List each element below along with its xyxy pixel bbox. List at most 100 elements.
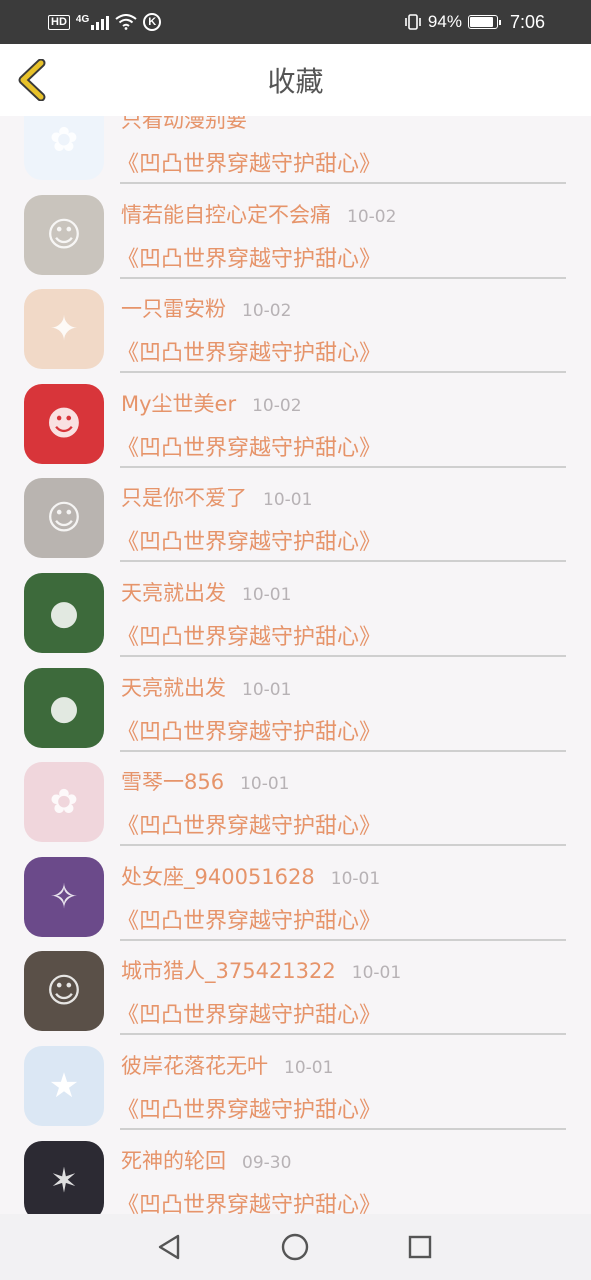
home-circle-icon xyxy=(281,1233,309,1261)
list-item[interactable]: ✶ 死神的轮回 09-30 《凹凸世界穿越守护甜心》 xyxy=(0,1129,591,1214)
signal-icon xyxy=(91,14,110,30)
nav-back-button[interactable] xyxy=(153,1231,185,1263)
teletubby-avatar: ● xyxy=(49,687,79,728)
favorite-date: 09-30 xyxy=(242,1152,292,1173)
user-avatar[interactable]: ● xyxy=(24,667,104,748)
hd-badge: HD xyxy=(48,14,70,30)
user-name[interactable]: 只是你不爱了 xyxy=(121,482,247,512)
list-item[interactable]: ✿ 雪琴一856 10-01 《凹凸世界穿越守护甜心》 xyxy=(0,750,591,847)
book-title[interactable]: 《凹凸世界穿越守护甜心》 xyxy=(117,997,381,1029)
list-item[interactable]: ☺ 情若能自控心定不会痛 10-02 《凹凸世界穿越守护甜心》 xyxy=(0,183,591,279)
anime-girl-avatar: ✿ xyxy=(49,120,79,160)
item-meta: 城市猎人_375421322 10-01 xyxy=(121,955,401,985)
user-name[interactable]: 处女座_940051628 xyxy=(121,861,315,891)
list-item[interactable]: ● 天亮就出发 10-01 《凹凸世界穿越守护甜心》 xyxy=(0,656,591,752)
book-title[interactable]: 《凹凸世界穿越守护甜心》 xyxy=(117,1187,381,1214)
user-name[interactable]: 彼岸花落花无叶 xyxy=(121,1050,268,1080)
cartoon-avatar: ✦ xyxy=(49,309,79,350)
book-title[interactable]: 《凹凸世界穿越守护甜心》 xyxy=(117,1092,381,1124)
favorite-date: 10-01 xyxy=(240,774,290,795)
clock: 7:06 xyxy=(509,11,545,32)
list-item[interactable]: ★ 彼岸花落花无叶 10-01 《凹凸世界穿越守护甜心》 xyxy=(0,1034,591,1130)
item-meta: 死神的轮回 09-30 xyxy=(121,1145,291,1175)
system-nav-bar xyxy=(0,1214,591,1280)
status-left: HD 4G K xyxy=(48,13,162,31)
network-type: 4G xyxy=(75,13,90,25)
vibrate-icon xyxy=(405,14,421,30)
recents-square-icon xyxy=(408,1235,432,1259)
k-app-icon: K xyxy=(143,13,162,31)
anime-girl-avatar: ✿ xyxy=(49,782,79,823)
book-title[interactable]: 《凹凸世界穿越守护甜心》 xyxy=(117,808,381,840)
favorite-date: 10-01 xyxy=(242,584,292,605)
item-meta: 一只雷安粉 10-02 xyxy=(121,293,291,323)
user-avatar[interactable]: ✧ xyxy=(24,856,104,937)
user-name[interactable]: 情若能自控心定不会痛 xyxy=(121,199,331,229)
book-title[interactable]: 《凹凸世界穿越守护甜心》 xyxy=(117,430,381,462)
user-name[interactable]: 死神的轮回 xyxy=(121,1145,226,1175)
battery-percent: 94% xyxy=(427,12,462,31)
list-item[interactable]: ✦ 一只雷安粉 10-02 《凹凸世界穿越守护甜心》 xyxy=(0,277,591,374)
cartoon-boy-avatar: ☻ xyxy=(46,403,82,444)
teletubby-avatar: ● xyxy=(49,592,79,633)
book-title[interactable]: 《凹凸世界穿越守护甜心》 xyxy=(117,903,381,935)
user-name[interactable]: 雪琴一856 xyxy=(121,766,224,796)
favorites-list-inner: ✿ 只看动漫别要《凹凸世界穿越守护甜心》 ☺ 情若能自控心定不会痛 10-02 《凹凸世界… xyxy=(0,116,591,1214)
user-avatar[interactable]: ✿ xyxy=(24,116,104,180)
favorites-list[interactable]: ✿ 只看动漫别要《凹凸世界穿越守护甜心》 ☺ 情若能自控心定不会痛 10-02 《凹凸世界… xyxy=(0,116,591,1214)
user-avatar[interactable]: ☺ xyxy=(24,478,104,559)
favorite-date: 10-02 xyxy=(347,206,397,227)
list-item[interactable]: ✿ 只看动漫别要《凹凸世界穿越守护甜心》 xyxy=(0,116,591,184)
chevron-left-icon xyxy=(18,59,46,101)
favorite-date: 10-01 xyxy=(351,963,402,984)
user-avatar[interactable]: ☻ xyxy=(24,383,104,464)
user-avatar[interactable]: ● xyxy=(24,572,104,653)
user-avatar[interactable]: ✶ xyxy=(24,1140,104,1214)
photo-avatar: ☺ xyxy=(46,498,82,539)
photo-avatar: ☺ xyxy=(46,214,82,255)
favorite-date: 10-01 xyxy=(330,868,381,889)
favorite-date: 10-01 xyxy=(284,1057,334,1078)
user-avatar[interactable]: ☺ xyxy=(24,194,104,275)
item-meta: 情若能自控心定不会痛 10-02 xyxy=(121,199,396,229)
item-meta: 只看动漫别要 xyxy=(121,116,263,134)
book-title[interactable]: 《凹凸世界穿越守护甜心》 xyxy=(117,335,381,367)
list-item[interactable]: ● 天亮就出发 10-01 《凹凸世界穿越守护甜心》 xyxy=(0,561,591,657)
battery-icon xyxy=(467,15,501,29)
wifi-icon xyxy=(115,14,137,30)
user-name[interactable]: 只看动漫别要 xyxy=(121,116,247,134)
favorite-date: 10-01 xyxy=(263,490,313,511)
anime-dark-avatar: ✶ xyxy=(49,1160,79,1201)
favorite-date: 10-02 xyxy=(252,395,302,416)
list-item[interactable]: ☺ 城市猎人_375421322 10-01 《凹凸世界穿越守护甜心》 xyxy=(0,939,591,1036)
user-name[interactable]: 一只雷安粉 xyxy=(121,293,226,323)
list-item[interactable]: ☻ My尘世美er 10-02 《凹凸世界穿越守护甜心》 xyxy=(0,372,591,468)
book-title[interactable]: 《凹凸世界穿越守护甜心》 xyxy=(117,241,381,273)
back-triangle-icon xyxy=(158,1234,180,1260)
favorite-date: 10-01 xyxy=(242,679,292,700)
nav-recents-button[interactable] xyxy=(404,1231,436,1263)
user-avatar[interactable]: ✿ xyxy=(24,762,104,843)
user-name[interactable]: My尘世美er xyxy=(121,388,236,418)
user-name[interactable]: 天亮就出发 xyxy=(121,577,226,607)
user-name[interactable]: 天亮就出发 xyxy=(121,672,226,702)
photo-avatar: ☺ xyxy=(46,971,82,1012)
user-avatar[interactable]: ★ xyxy=(24,1045,104,1126)
book-title[interactable]: 《凹凸世界穿越守护甜心》 xyxy=(117,714,381,746)
top-app-bar: 收藏 xyxy=(0,44,591,116)
list-item[interactable]: ✧ 处女座_940051628 10-01 《凹凸世界穿越守护甜心》 xyxy=(0,845,591,941)
status-right: 94% 7:06 xyxy=(404,12,545,33)
item-meta: 天亮就出发 10-01 xyxy=(121,672,291,702)
item-meta: 彼岸花落花无叶 10-01 xyxy=(121,1050,333,1080)
back-button[interactable] xyxy=(14,58,50,102)
favorite-date: 10-02 xyxy=(242,301,292,322)
page-title: 收藏 xyxy=(267,65,324,98)
list-item[interactable]: ☺ 只是你不爱了 10-01 《凹凸世界穿越守护甜心》 xyxy=(0,466,591,563)
book-title[interactable]: 《凹凸世界穿越守护甜心》 xyxy=(117,619,381,651)
user-avatar[interactable]: ☺ xyxy=(24,951,104,1032)
book-title[interactable]: 《凹凸世界穿越守护甜心》 xyxy=(117,146,381,178)
user-avatar[interactable]: ✦ xyxy=(24,289,104,370)
nav-home-button[interactable] xyxy=(279,1231,311,1263)
user-name[interactable]: 城市猎人_375421322 xyxy=(121,955,336,985)
book-title[interactable]: 《凹凸世界穿越守护甜心》 xyxy=(117,524,381,556)
